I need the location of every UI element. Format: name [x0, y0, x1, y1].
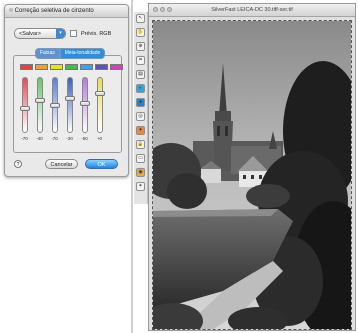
dust-icon[interactable]: ✦ — [136, 126, 145, 135]
gray-slider-4[interactable] — [80, 77, 90, 133]
slider-knob[interactable] — [65, 95, 75, 101]
slider-value: -70 — [21, 136, 28, 141]
gray-sliders — [20, 77, 105, 133]
slider-value: -30 — [66, 136, 73, 141]
slider-value: +0 — [96, 136, 103, 141]
gray-slider-0[interactable] — [20, 77, 30, 133]
preset-popup[interactable]: <Salvar> ▾ — [14, 28, 66, 39]
help-button[interactable]: ? — [14, 160, 22, 168]
preview-image[interactable] — [152, 20, 352, 330]
cancel-button[interactable]: Cancelar — [45, 159, 78, 169]
tab-faixas[interactable]: Faixas — [35, 48, 60, 59]
slider-value: -50 — [81, 136, 88, 141]
tab-bar: Faixas Meia-tonalidade — [35, 48, 106, 59]
slider-value: -70 — [51, 136, 58, 141]
histogram-icon[interactable]: ▤ — [136, 70, 145, 79]
print-icon[interactable]: ▭ — [136, 154, 145, 163]
slider-knob[interactable] — [80, 100, 90, 106]
color-swatch-6[interactable] — [110, 64, 123, 70]
ok-button[interactable]: OK — [85, 159, 118, 169]
image-window: SilverFast LEICA-DC 30.tiff-ser.tif — [148, 3, 356, 331]
color-swatch-5[interactable] — [95, 64, 108, 70]
gray-slider-2[interactable] — [50, 77, 60, 133]
slider-value: -40 — [36, 136, 43, 141]
slider-knob[interactable] — [20, 105, 30, 111]
pane-divider — [131, 0, 133, 333]
cathedral-photo — [153, 21, 351, 329]
minimize-window-icon[interactable] — [160, 7, 165, 12]
toolbox: ↖ ✋ ⊕ ⌗ ▤ ◐ ● ◎ ✦ 🔒 ▭ ◉ ✶ — [134, 12, 148, 204]
selective-gray-dialog: Correção seletiva de cinzento <Salvar> ▾… — [4, 4, 129, 177]
eye-icon[interactable]: ◉ — [136, 168, 145, 177]
window-controls — [153, 7, 172, 12]
color-icon[interactable]: ● — [136, 98, 145, 107]
crop-tool-icon[interactable]: ⌗ — [136, 56, 145, 65]
chevron-down-icon: ▾ — [56, 29, 65, 38]
color-swatches — [20, 64, 123, 70]
preset-row: <Salvar> ▾ Prévis. RGB — [14, 28, 111, 39]
preview-label: Prévis. RGB — [81, 30, 112, 37]
color-swatch-4[interactable] — [80, 64, 93, 70]
gray-slider-1[interactable] — [35, 77, 45, 133]
close-dot-icon[interactable] — [9, 8, 13, 13]
color-swatch-3[interactable] — [65, 64, 78, 70]
color-swatch-1[interactable] — [35, 64, 48, 70]
selective-color-icon[interactable]: ◎ — [136, 112, 145, 121]
arrow-tool-icon[interactable]: ↖ — [136, 14, 145, 23]
color-panel: -70 -40 -70 -30 -50 +0 — [13, 55, 123, 153]
zoom-tool-icon[interactable]: ⊕ — [136, 42, 145, 51]
gray-slider-3[interactable] — [65, 77, 75, 133]
lock-icon[interactable]: 🔒 — [136, 140, 145, 149]
color-swatch-0[interactable] — [20, 64, 33, 70]
slider-values: -70 -40 -70 -30 -50 +0 — [20, 136, 104, 141]
gray-slider-5[interactable] — [95, 77, 105, 133]
hand-tool-icon[interactable]: ✋ — [136, 28, 145, 37]
window-titlebar: SilverFast LEICA-DC 30.tiff-ser.tif — [149, 4, 355, 17]
slider-knob[interactable] — [50, 103, 60, 108]
magic-icon[interactable]: ✶ — [136, 182, 145, 191]
close-window-icon[interactable] — [153, 7, 158, 12]
preview-checkbox[interactable] — [70, 30, 77, 37]
color-swatch-2[interactable] — [50, 64, 63, 70]
slider-knob[interactable] — [95, 90, 105, 96]
zoom-window-icon[interactable] — [167, 7, 172, 12]
tab-meia-tonalidade[interactable]: Meia-tonalidade — [59, 48, 106, 59]
dialog-title: Correção seletiva de cinzento — [5, 5, 128, 18]
slider-knob[interactable] — [35, 98, 45, 103]
window-title: SilverFast LEICA-DC 30.tiff-ser.tif — [211, 7, 293, 13]
gradation-icon[interactable]: ◐ — [136, 84, 145, 93]
